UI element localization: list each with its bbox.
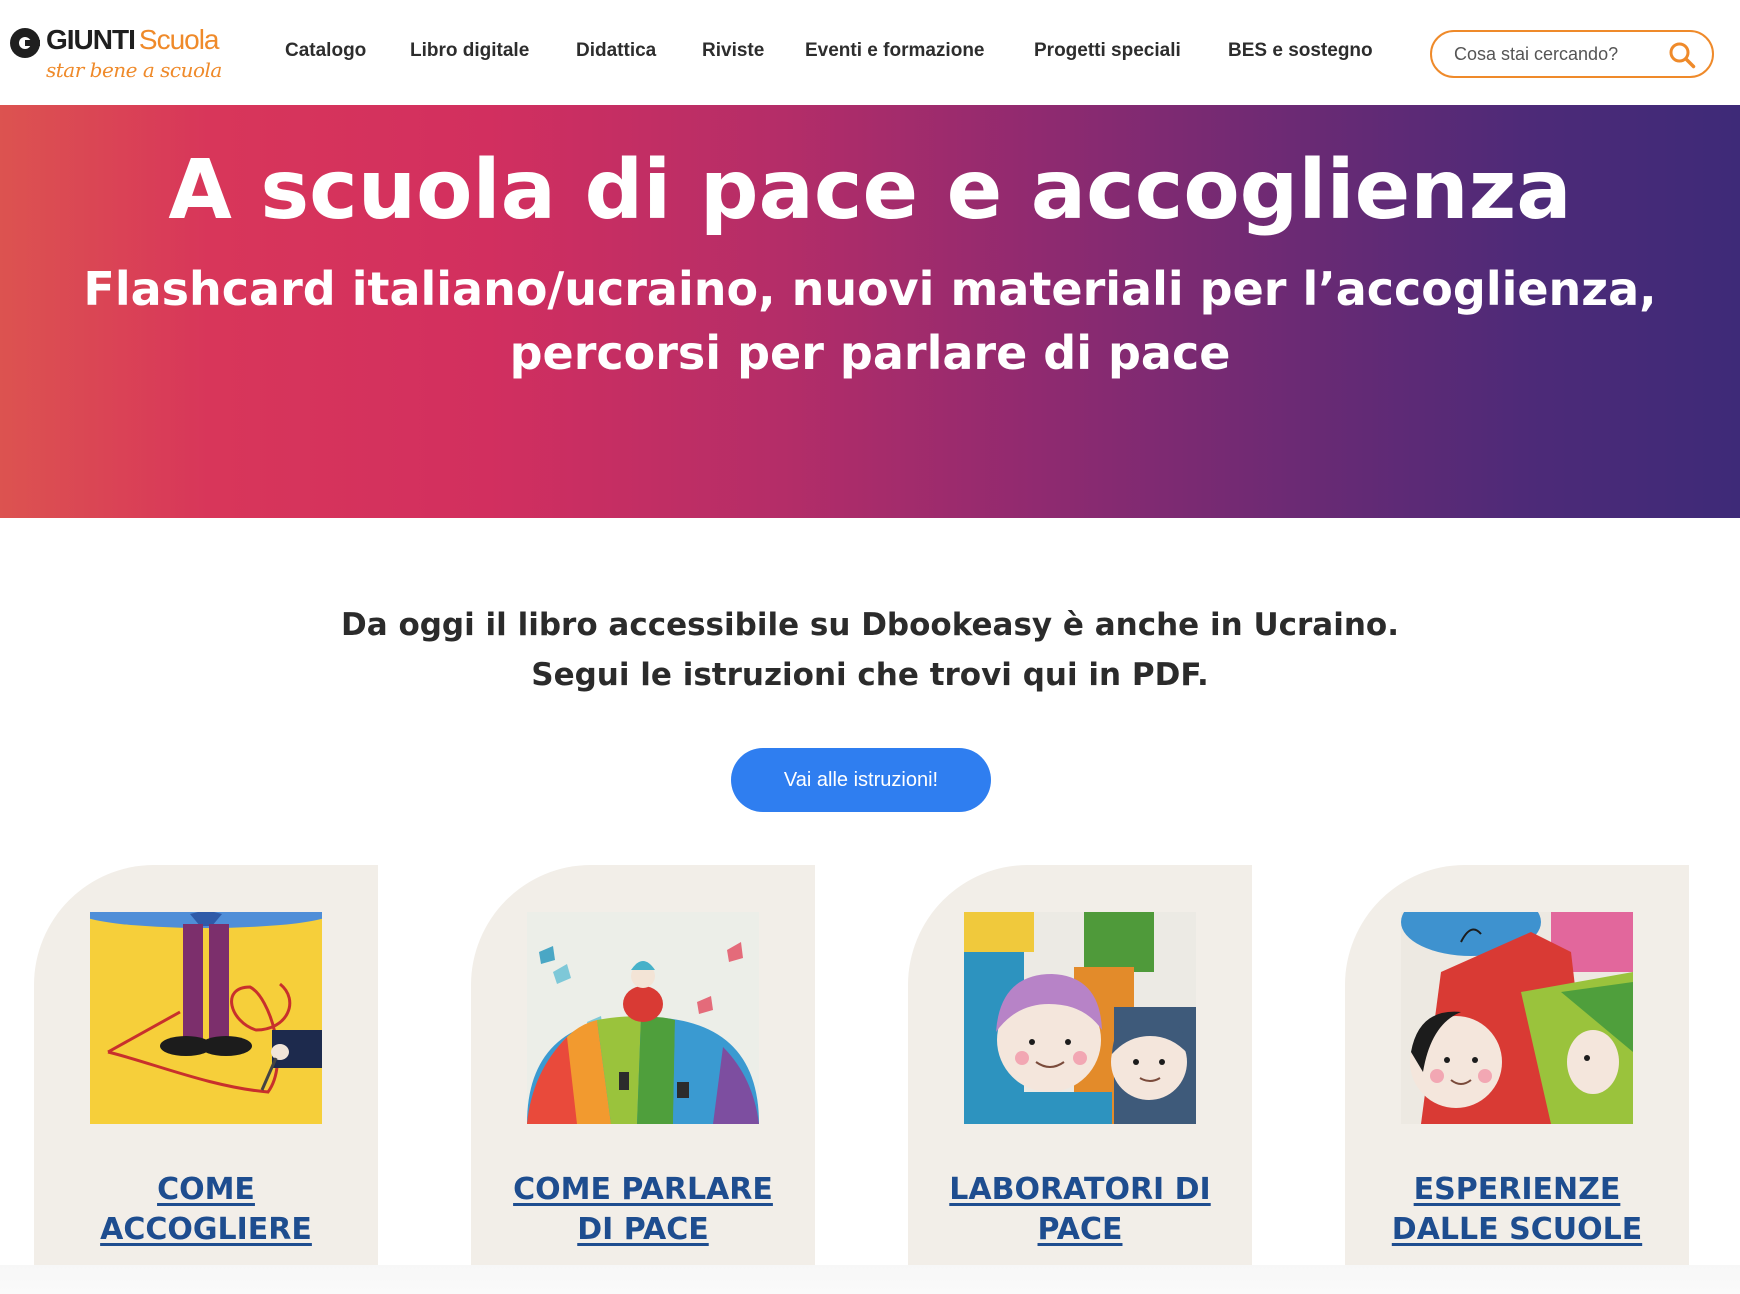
card-link-come-accogliere[interactable]: COME ACCOGLIERE [34,1170,378,1250]
nav-item-eventi-formazione[interactable]: Eventi e formazione [805,40,985,62]
intro-line: Segui le istruzioni che trovi qui in PDF… [531,657,1209,693]
card-come-accogliere[interactable]: COME ACCOGLIERE [34,865,378,1265]
card-link-come-parlare-di-pace[interactable]: COME PARLARE DI PACE [471,1170,815,1250]
nav-item-progetti-speciali[interactable]: Progetti speciali [1034,40,1181,62]
nav-item-bes-sostegno[interactable]: BES e sostegno [1228,40,1373,62]
card-esperienze-dalle-scuole[interactable]: ESPERIENZE DALLE SCUOLE [1345,865,1689,1265]
hero-banner: A scuola di pace e accoglienza Flashcard… [0,105,1740,518]
nav-item-didattica[interactable]: Didattica [576,40,656,62]
card-link-laboratori-di-pace[interactable]: LABORATORI DI PACE [908,1170,1252,1250]
card-laboratori-di-pace[interactable]: LABORATORI DI PACE [908,865,1252,1265]
giunti-g-icon [10,28,40,58]
card-come-parlare-di-pace[interactable]: COME PARLARE DI PACE [471,865,815,1265]
page-bottom-edge [0,1265,1740,1294]
card-link-esperienze-dalle-scuole[interactable]: ESPERIENZE DALLE SCUOLE [1345,1170,1689,1250]
hero-subtitle-line: Flashcard italiano/ucraino, nuovi materi… [83,262,1657,316]
nav-item-riviste[interactable]: Riviste [702,40,764,62]
giunti-scuola-logo[interactable]: GIUNTI Scuola star bene a scuola [10,22,230,84]
hero-subtitle: Flashcard italiano/ucraino, nuovi materi… [0,257,1740,385]
card-illustration[interactable] [964,912,1196,1124]
intro-line: Da oggi il libro accessibile su Dbookeas… [341,607,1399,643]
card-illustration[interactable] [527,912,759,1124]
card-illustration[interactable] [1401,912,1633,1124]
logo-tagline: star bene a scuola [46,58,222,82]
hero-subtitle-line: percorsi per parlare di pace [509,326,1231,380]
hero-title: A scuola di pace e accoglienza [168,143,1572,238]
search-input[interactable] [1454,44,1654,65]
instructions-button[interactable]: Vai alle istruzioni! [731,748,991,812]
site-header: GIUNTI Scuola star bene a scuola Catalogo… [0,0,1740,105]
nav-item-libro-digitale[interactable]: Libro digitale [410,40,529,62]
logo-wordmark: GIUNTI Scuola [46,24,220,55]
search-icon[interactable] [1668,41,1696,69]
intro-text: Da oggi il libro accessibile su Dbookeas… [0,600,1740,700]
search-box [1430,30,1714,78]
nav-item-catalogo[interactable]: Catalogo [285,40,366,62]
card-illustration[interactable] [90,912,322,1124]
